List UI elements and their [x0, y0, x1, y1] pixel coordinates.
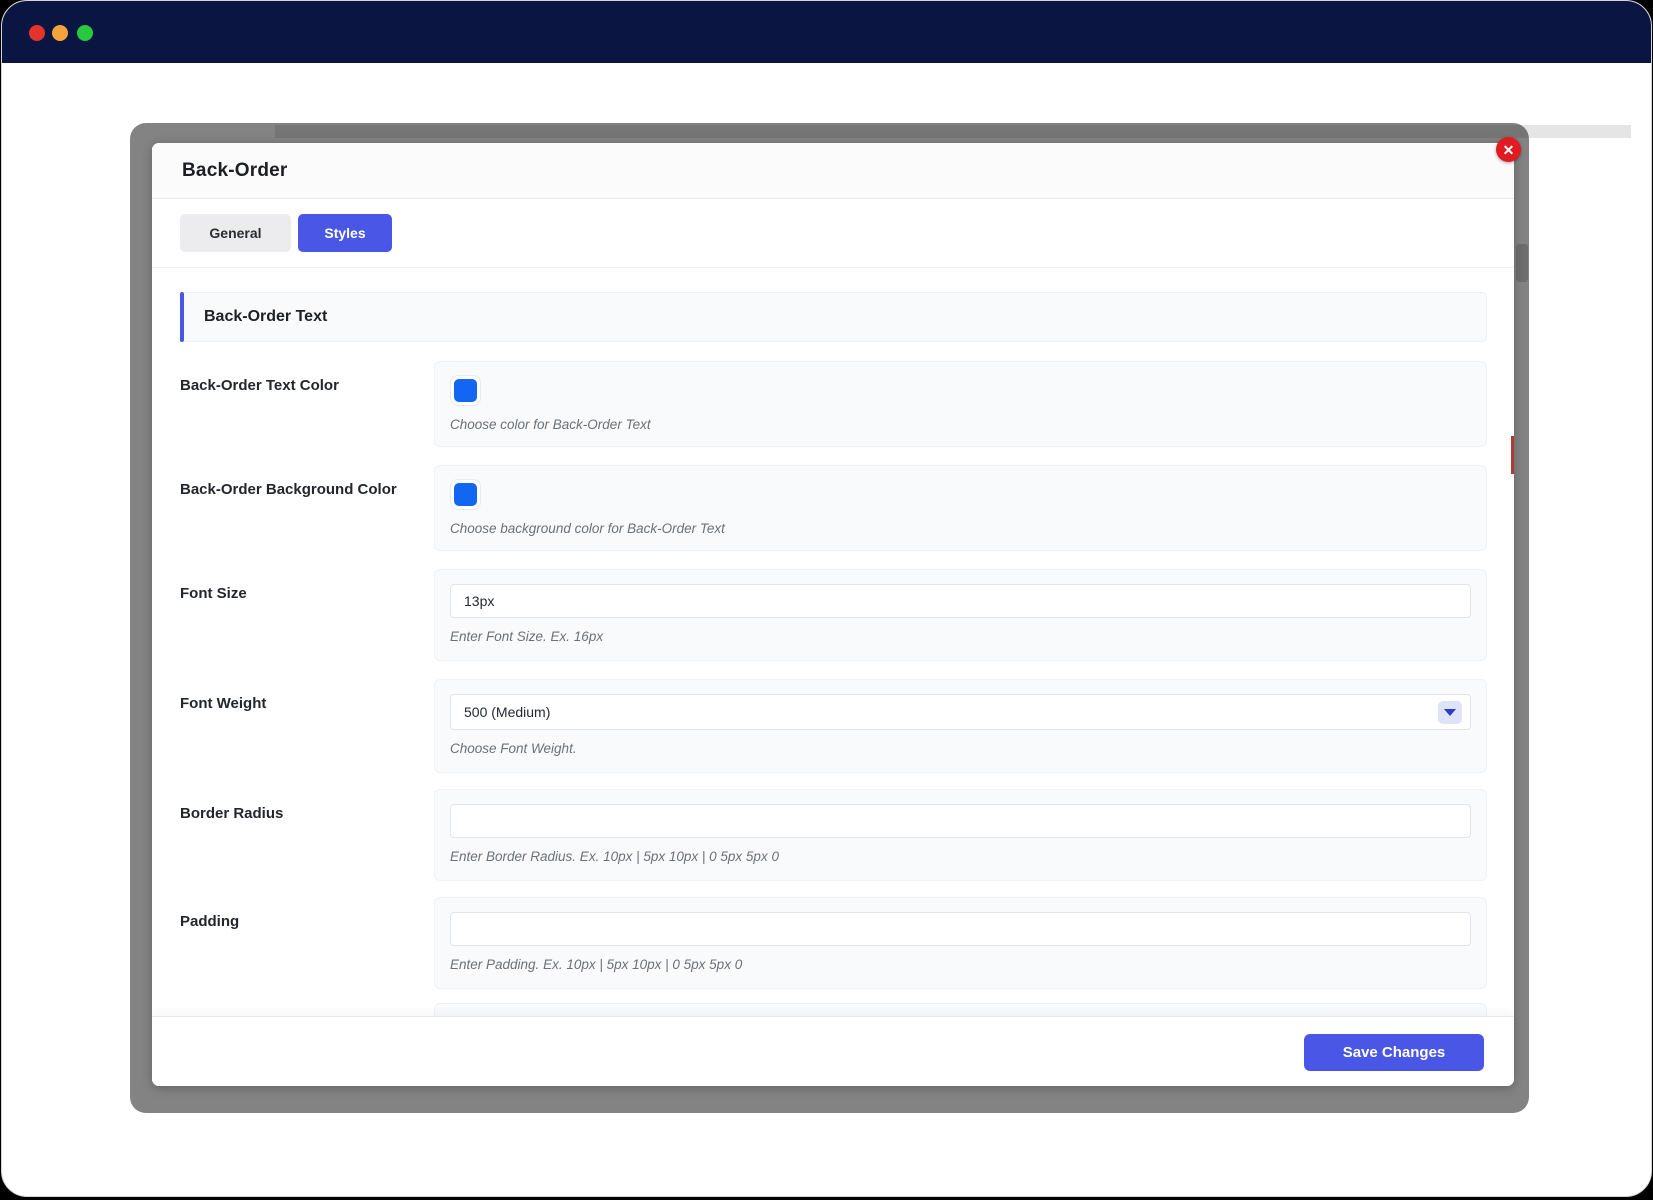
field-label: Font Size	[180, 585, 247, 602]
color-swatch-icon	[454, 379, 477, 402]
modal-footer: Save Changes	[152, 1016, 1514, 1086]
traffic-light-zoom-icon[interactable]	[77, 25, 93, 41]
section-title: Back-Order Text	[204, 308, 328, 325]
clipped-field-label	[180, 1003, 434, 1016]
tab-styles[interactable]: Styles	[298, 214, 392, 252]
window-titlebar	[2, 1, 1651, 63]
field-label: Border Radius	[180, 805, 284, 822]
select-caret-button[interactable]	[1438, 701, 1462, 724]
field-panel: Enter Font Size. Ex. 16px	[434, 569, 1487, 661]
row-font-weight: Font Weight 500 (Medium) Choose Font Wei…	[180, 679, 1487, 773]
field-label: Back-Order Text Color	[180, 377, 339, 394]
field-panel: 500 (Medium) Choose Font Weight.	[434, 679, 1487, 773]
color-picker-swatch[interactable]	[450, 375, 481, 406]
close-icon: ✕	[1502, 141, 1515, 158]
row-clipped-next-field	[180, 1003, 1487, 1016]
field-caption: Enter Font Size. Ex. 16px	[450, 629, 604, 644]
color-swatch-icon	[454, 483, 477, 506]
chevron-down-icon	[1444, 709, 1456, 716]
traffic-light-close-icon[interactable]	[29, 25, 45, 41]
modal-scroll-content: Back-Order Text Back-Order Text Color Ch…	[152, 268, 1514, 1016]
field-label: Font Weight	[180, 695, 267, 712]
row-back-order-text-color: Back-Order Text Color Choose color for B…	[180, 361, 1487, 447]
padding-input[interactable]	[450, 912, 1471, 946]
field-label: Padding	[180, 913, 240, 930]
scrollbar-thumb[interactable]	[1516, 244, 1528, 282]
field-caption: Choose Font Weight.	[450, 741, 577, 756]
row-border-radius: Border Radius Enter Border Radius. Ex. 1…	[180, 789, 1487, 881]
traffic-light-minimize-icon[interactable]	[52, 25, 68, 41]
font-weight-selected-value: 500 (Medium)	[464, 704, 551, 720]
field-caption: Choose background color for Back-Order T…	[450, 521, 725, 536]
tab-general[interactable]: General	[180, 214, 291, 252]
save-changes-button[interactable]: Save Changes	[1304, 1034, 1484, 1071]
font-size-input[interactable]	[450, 584, 1471, 618]
back-order-modal: Back-Order General Styles Back-Order Tex…	[152, 143, 1514, 1086]
modal-header: Back-Order	[152, 143, 1514, 199]
row-padding: Padding Enter Padding. Ex. 10px | 5px 10…	[180, 897, 1487, 989]
browser-page: ✕ Back-Order General Styles Back-Order T…	[1, 0, 1652, 1197]
frame-top-shadow	[275, 125, 1631, 138]
background-element-sliver	[1511, 436, 1514, 474]
field-panel	[434, 1003, 1487, 1016]
border-radius-input[interactable]	[450, 804, 1471, 838]
field-label: Back-Order Background Color	[180, 481, 397, 498]
section-header-back-order-text: Back-Order Text	[180, 292, 1487, 342]
field-caption: Enter Padding. Ex. 10px | 5px 10px | 0 5…	[450, 957, 743, 972]
tab-bar: General Styles	[152, 199, 1514, 268]
field-panel: Choose background color for Back-Order T…	[434, 465, 1487, 551]
font-weight-select[interactable]: 500 (Medium)	[450, 694, 1471, 730]
modal-close-button[interactable]: ✕	[1496, 137, 1521, 162]
field-caption: Enter Border Radius. Ex. 10px | 5px 10px…	[450, 849, 779, 864]
field-panel: Enter Padding. Ex. 10px | 5px 10px | 0 5…	[434, 897, 1487, 989]
field-panel: Choose color for Back-Order Text	[434, 361, 1487, 447]
modal-title: Back-Order	[182, 159, 288, 181]
section-band: Back-Order Text	[184, 292, 1487, 342]
field-caption: Choose color for Back-Order Text	[450, 417, 651, 432]
row-font-size: Font Size Enter Font Size. Ex. 16px	[180, 569, 1487, 661]
row-back-order-background-color: Back-Order Background Color Choose backg…	[180, 465, 1487, 551]
field-panel: Enter Border Radius. Ex. 10px | 5px 10px…	[434, 789, 1487, 881]
color-picker-swatch[interactable]	[450, 479, 481, 510]
